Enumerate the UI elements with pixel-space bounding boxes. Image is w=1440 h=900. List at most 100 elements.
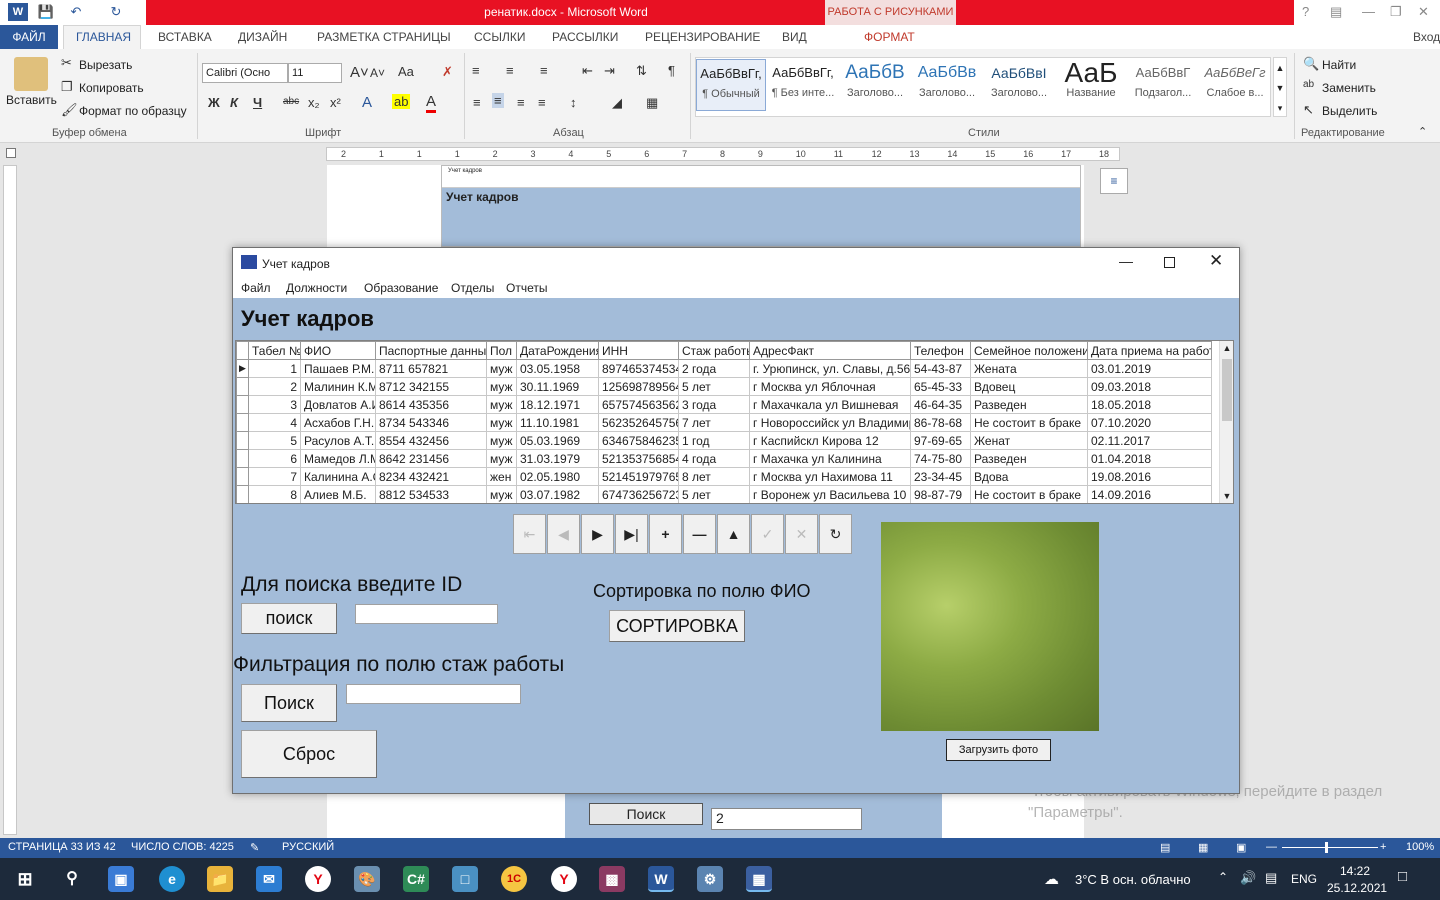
1c-icon[interactable]: 1С bbox=[501, 866, 527, 892]
table-cell[interactable]: г Москва ул Нахимова 11 bbox=[749, 467, 911, 486]
zoom-slider-thumb[interactable] bbox=[1325, 842, 1328, 853]
table-cell[interactable]: г Воронеж ул Васильева 10 bbox=[749, 485, 911, 503]
highlight-icon[interactable]: ab bbox=[392, 94, 411, 109]
table-cell[interactable]: 8812 534533 bbox=[375, 485, 487, 503]
language-indicator[interactable]: РУССКИЙ bbox=[282, 841, 334, 853]
italic-icon[interactable]: К bbox=[230, 95, 238, 110]
row-selector[interactable] bbox=[236, 431, 249, 450]
csharp-icon[interactable]: C# bbox=[403, 866, 429, 892]
table-cell[interactable]: Жената bbox=[970, 359, 1088, 378]
column-header[interactable]: АдресФакт bbox=[749, 341, 911, 360]
table-cell[interactable]: 2 bbox=[248, 377, 301, 396]
table-cell[interactable]: 8711 657821 bbox=[375, 359, 487, 378]
style-heading-3[interactable]: АаБбВвІ Заголово... bbox=[984, 59, 1054, 111]
table-cell[interactable]: 02.11.2017 bbox=[1087, 431, 1212, 450]
grow-font-icon[interactable]: A˅ bbox=[350, 64, 369, 81]
cancel-record-icon[interactable]: ✕ bbox=[785, 514, 818, 554]
load-photo-button[interactable]: Загрузить фото bbox=[946, 739, 1051, 761]
table-cell[interactable]: муж bbox=[486, 413, 517, 432]
table-cell[interactable]: Разведен bbox=[970, 449, 1088, 468]
table-cell[interactable]: 8642 231456 bbox=[375, 449, 487, 468]
styles-scroll[interactable]: ▲ ▼ ▾ bbox=[1273, 57, 1287, 117]
table-cell[interactable]: Малинин К.М. bbox=[300, 377, 376, 396]
table-cell[interactable]: г Москва ул Яблочная bbox=[749, 377, 911, 396]
column-header[interactable]: Стаж работы bbox=[678, 341, 750, 360]
column-header[interactable]: Семейное положение bbox=[970, 341, 1088, 360]
underline-icon[interactable]: Ч bbox=[253, 95, 262, 110]
style-heading-2[interactable]: АаБбВв Заголово... bbox=[912, 59, 982, 111]
menu-reports[interactable]: Отчеты bbox=[506, 281, 547, 295]
column-header[interactable]: Паспортные данные bbox=[375, 341, 487, 360]
sign-in-link[interactable]: Вход bbox=[1413, 30, 1440, 44]
font-name-combo[interactable]: Calibri (Осно bbox=[202, 63, 288, 83]
table-cell[interactable]: Калинина А.С. bbox=[300, 467, 376, 486]
table-cell[interactable]: 7 лет bbox=[678, 413, 750, 432]
justify-icon[interactable]: ≡ bbox=[538, 95, 546, 110]
table-cell[interactable]: 02.05.1980 bbox=[516, 467, 599, 486]
tab-references[interactable]: ССЫЛКИ bbox=[474, 30, 525, 44]
table-cell[interactable]: 6 bbox=[248, 449, 301, 468]
tab-home[interactable]: ГЛАВНАЯ bbox=[76, 30, 131, 44]
row-selector[interactable] bbox=[236, 449, 249, 468]
column-header[interactable]: Телефон bbox=[910, 341, 971, 360]
menu-education[interactable]: Образование bbox=[364, 281, 438, 295]
table-cell[interactable]: Мамедов Л.М. bbox=[300, 449, 376, 468]
table-cell[interactable]: 897465374534 bbox=[598, 359, 679, 378]
store-icon[interactable]: ▣ bbox=[108, 866, 134, 892]
table-cell[interactable]: 97-69-65 bbox=[910, 431, 971, 450]
table-cell[interactable]: 09.03.2018 bbox=[1087, 377, 1212, 396]
mail-icon[interactable]: ✉ bbox=[256, 866, 282, 892]
table-row[interactable]: 8 Алиев М.Б. 8812 534533 муж 03.07.1982 67473… bbox=[236, 485, 1212, 503]
word-taskbar-icon[interactable]: W bbox=[648, 866, 674, 892]
table-cell[interactable]: Алиев М.Б. bbox=[300, 485, 376, 503]
table-cell[interactable]: 8712 342155 bbox=[375, 377, 487, 396]
scroll-up-icon[interactable]: ▲ bbox=[1220, 341, 1233, 355]
table-cell[interactable]: 5 bbox=[248, 431, 301, 450]
column-header[interactable]: Табел № bbox=[248, 341, 301, 360]
first-record-icon[interactable]: ⇤ bbox=[513, 514, 546, 554]
table-cell[interactable]: 8614 435356 bbox=[375, 395, 487, 414]
table-cell[interactable]: 521353756854 bbox=[598, 449, 679, 468]
table-cell[interactable]: 07.10.2020 bbox=[1087, 413, 1212, 432]
clock-date[interactable]: 25.12.2021 bbox=[1327, 881, 1387, 895]
table-cell[interactable]: 4 bbox=[248, 413, 301, 432]
style-subtitle[interactable]: АаБбВвГ Подзагол... bbox=[1128, 59, 1198, 111]
row-selector[interactable] bbox=[236, 395, 249, 414]
table-cell[interactable]: 54-43-87 bbox=[910, 359, 971, 378]
tab-view[interactable]: ВИД bbox=[782, 30, 807, 44]
app-minimize-icon[interactable]: — bbox=[1119, 253, 1133, 269]
table-cell[interactable]: 562352645756 bbox=[598, 413, 679, 432]
align-right-icon[interactable]: ≡ bbox=[517, 95, 525, 110]
format-painter-button[interactable]: Формат по образцу bbox=[79, 104, 187, 118]
table-cell[interactable]: Пашаев Р.М. bbox=[300, 359, 376, 378]
table-cell[interactable]: 8554 432456 bbox=[375, 431, 487, 450]
sort-icon[interactable]: ⇅ bbox=[636, 63, 647, 79]
web-layout-icon[interactable]: ▣ bbox=[1236, 841, 1246, 854]
app-icon[interactable]: □ bbox=[452, 866, 478, 892]
menu-departments[interactable]: Отделы bbox=[451, 281, 494, 295]
help-icon[interactable]: ? bbox=[1302, 4, 1309, 19]
style-heading-1[interactable]: АаБбВ Заголово... bbox=[840, 59, 910, 111]
paste-button[interactable]: Вставить bbox=[6, 93, 57, 107]
table-cell[interactable]: Вдовец bbox=[970, 377, 1088, 396]
table-row[interactable]: ▶ 1 Пашаев Р.М. 8711 657821 муж 03.05.1958 897… bbox=[236, 359, 1212, 378]
paint-icon[interactable]: 🎨 bbox=[354, 866, 380, 892]
font-color-icon[interactable]: A bbox=[426, 93, 437, 113]
menu-file[interactable]: Файл bbox=[241, 281, 271, 295]
table-cell[interactable]: 31.03.1979 bbox=[516, 449, 599, 468]
table-cell[interactable]: 8 лет bbox=[678, 467, 750, 486]
table-cell[interactable]: 125698789564 bbox=[598, 377, 679, 396]
table-cell[interactable]: г. Урюпинск, ул. Славы, д.56 bbox=[749, 359, 911, 378]
cut-button[interactable]: Вырезать bbox=[79, 58, 132, 72]
scroll-down-icon[interactable]: ▼ bbox=[1220, 489, 1233, 503]
multilevel-list-icon[interactable]: ≡ bbox=[540, 63, 548, 78]
clock-time[interactable]: 14:22 bbox=[1340, 864, 1370, 878]
table-cell[interactable]: Разведен bbox=[970, 395, 1088, 414]
table-cell[interactable]: 18.05.2018 bbox=[1087, 395, 1212, 414]
tab-mailings[interactable]: РАССЫЛКИ bbox=[552, 30, 618, 44]
strikethrough-icon[interactable]: abc bbox=[283, 96, 299, 107]
reset-button[interactable]: Сброс bbox=[241, 730, 377, 778]
redo-icon[interactable]: ↻ bbox=[106, 3, 126, 21]
tab-format[interactable]: ФОРМАТ bbox=[864, 30, 915, 44]
tab-layout[interactable]: РАЗМЕТКА СТРАНИЦЫ bbox=[317, 30, 451, 44]
